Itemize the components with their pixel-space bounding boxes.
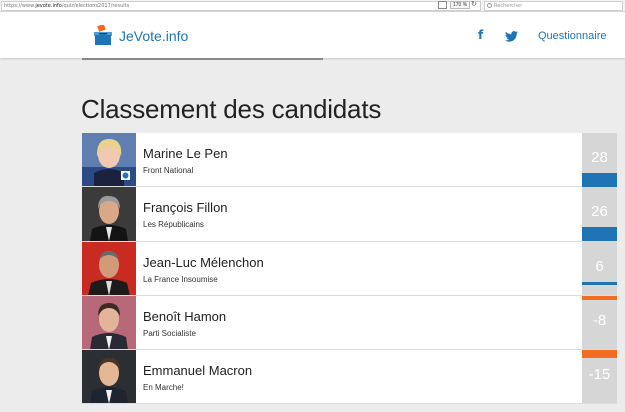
- candidate-party: La France Insoumise: [143, 274, 218, 284]
- ballot-box-logo-icon[interactable]: [93, 25, 113, 45]
- zoom-level[interactable]: 170 %: [450, 1, 471, 9]
- candidate-photo: [82, 295, 136, 350]
- candidate-score: 6: [595, 257, 604, 275]
- candidate-name: Jean-Luc Mélenchon: [143, 254, 264, 270]
- nav-questionnaire-link[interactable]: Questionnaire: [538, 30, 607, 42]
- candidate-row: François Fillon Les Républicains 26: [82, 187, 617, 242]
- candidate-row: Marine Le Pen Front National 28: [82, 133, 617, 188]
- candidate-photo: [82, 187, 136, 241]
- score-bar: [582, 173, 617, 188]
- search-icon: [487, 3, 492, 8]
- reload-icon[interactable]: ↻: [471, 0, 477, 10]
- candidate-ranking-list: Marine Le Pen Front National 28 François…: [82, 133, 617, 405]
- browser-search-input[interactable]: Rechercher: [484, 1, 623, 11]
- score-cell: 28: [582, 133, 617, 188]
- reader-view-icon[interactable]: [438, 1, 447, 9]
- address-bar[interactable]: https://www.jevote.info/quiz/elections20…: [1, 1, 481, 11]
- search-placeholder: Rechercher: [494, 3, 523, 9]
- candidate-row: Benoît Hamon Parti Socialiste -8: [82, 295, 617, 351]
- candidate-score: -8: [592, 311, 607, 329]
- page-title: Classement des candidats: [81, 94, 382, 124]
- twitter-icon[interactable]: [505, 31, 518, 42]
- score-bar: [582, 227, 617, 242]
- candidate-score: 26: [591, 203, 608, 221]
- score-cell: 26: [582, 187, 617, 242]
- score-bar: [582, 295, 617, 300]
- candidate-row: Jean-Luc Mélenchon La France Insoumise 6: [82, 241, 617, 296]
- candidate-party: Parti Socialiste: [143, 328, 196, 338]
- browser-toolbar: https://www.jevote.info/quiz/elections20…: [0, 0, 625, 12]
- url-domain: jevote.info: [35, 3, 62, 9]
- candidate-name: Emmanuel Macron: [143, 363, 253, 379]
- candidate-name: Marine Le Pen: [143, 146, 228, 161]
- candidate-score: 28: [591, 149, 608, 166]
- candidate-score: -15: [588, 366, 611, 384]
- candidate-name: François Fillon: [143, 200, 228, 216]
- url-prefix: https://www.: [4, 3, 36, 9]
- url-path: /quiz/elections2017/results: [61, 3, 130, 9]
- facebook-icon[interactable]: f: [478, 28, 483, 42]
- candidate-photo: [82, 241, 136, 295]
- candidate-photo: [82, 133, 136, 187]
- site-brand[interactable]: JeVote.info: [119, 28, 188, 44]
- candidate-photo: [82, 350, 136, 404]
- candidate-row: Emmanuel Macron En Marche! -15: [82, 350, 617, 405]
- header-divider: [82, 58, 323, 60]
- score-bar: [582, 350, 617, 359]
- score-cell: -8: [582, 295, 617, 350]
- score-cell: 6: [582, 241, 617, 295]
- candidate-party: En Marche!: [143, 383, 184, 393]
- candidate-party: Front National: [143, 166, 194, 175]
- candidate-party: Les Républicains: [143, 220, 204, 230]
- candidate-name: Benoît Hamon: [143, 308, 227, 324]
- score-cell: -15: [582, 350, 617, 404]
- site-header: JeVote.info f Questionnaire: [0, 12, 625, 58]
- score-bar: [582, 281, 617, 285]
